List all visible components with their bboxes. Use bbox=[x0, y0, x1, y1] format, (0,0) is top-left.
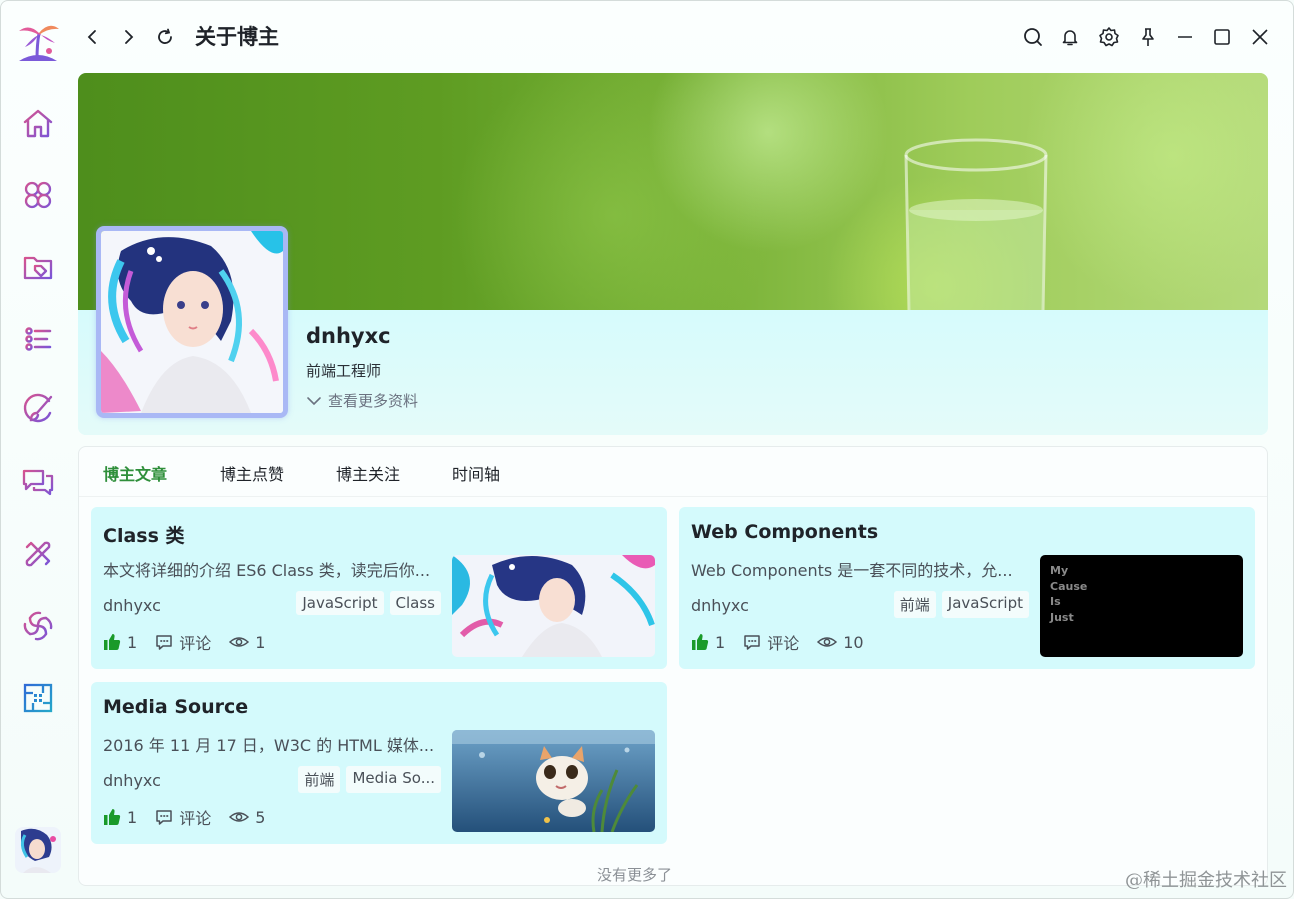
app-window: 关于博主 dnhyxc 前端工程师 查看更多资料 博主文章 博主点赞 博主关注 … bbox=[0, 0, 1294, 899]
view-count: 5 bbox=[255, 807, 266, 827]
thumbnail-text: My Cause Is Just bbox=[1050, 564, 1088, 624]
more-info-label: 查看更多资料 bbox=[328, 392, 419, 410]
forward-icon[interactable] bbox=[112, 21, 144, 53]
chevron-down-icon bbox=[307, 396, 321, 405]
more-info-link[interactable]: 查看更多资料 bbox=[306, 390, 418, 411]
article-tags: JavaScript Class bbox=[296, 591, 441, 615]
like-count: 1 bbox=[715, 632, 726, 652]
apps-icon[interactable] bbox=[19, 176, 57, 214]
article-tags: 前端 JavaScript bbox=[893, 591, 1029, 618]
article-tag[interactable]: 前端 bbox=[893, 591, 936, 618]
article-tag[interactable]: JavaScript bbox=[941, 591, 1029, 618]
comment-label: 评论 bbox=[767, 634, 800, 653]
article-title[interactable]: Web Components bbox=[691, 521, 878, 543]
like-button[interactable]: 1 bbox=[691, 633, 725, 652]
minimize-icon[interactable] bbox=[1169, 21, 1201, 53]
article-thumbnail[interactable] bbox=[452, 555, 655, 657]
brush-icon[interactable] bbox=[19, 391, 57, 429]
home-icon[interactable] bbox=[19, 105, 57, 143]
eye-icon bbox=[229, 812, 250, 822]
tag-folder-icon[interactable] bbox=[19, 248, 57, 286]
article-card[interactable]: Class 类 本文将详细的介绍 ES6 Class 类，读完后你... dnh… bbox=[91, 507, 667, 669]
app-logo[interactable] bbox=[15, 19, 61, 65]
thumbs-up-icon bbox=[104, 634, 121, 650]
article-tag[interactable]: 前端 bbox=[298, 766, 341, 793]
profile-role: 前端工程师 bbox=[306, 362, 382, 380]
tab-bar: 博主文章 博主点赞 博主关注 时间轴 bbox=[79, 447, 1267, 497]
article-stats: 1 评论 10 bbox=[691, 630, 882, 654]
view-count: 10 bbox=[843, 632, 864, 652]
thumbs-up-icon bbox=[692, 634, 709, 650]
profile-avatar[interactable] bbox=[96, 226, 288, 418]
refresh-icon[interactable] bbox=[149, 21, 181, 53]
spiral-icon[interactable] bbox=[19, 607, 57, 645]
like-count: 1 bbox=[127, 632, 138, 652]
view-stat: 5 bbox=[229, 808, 265, 827]
article-stats: 1 评论 1 bbox=[103, 630, 283, 654]
sidebar bbox=[1, 1, 75, 898]
comment-label: 评论 bbox=[179, 634, 212, 653]
content-panel: 博主文章 博主点赞 博主关注 时间轴 Class 类 本文将详细的介绍 ES6 … bbox=[78, 446, 1268, 886]
close-icon[interactable] bbox=[1244, 21, 1276, 53]
article-card[interactable]: Media Source 2016 年 11 月 17 日，W3C 的 HTML… bbox=[91, 682, 667, 844]
article-title[interactable]: Media Source bbox=[103, 696, 248, 718]
like-button[interactable]: 1 bbox=[103, 808, 137, 827]
page-title: 关于博主 bbox=[195, 25, 279, 49]
article-desc: Web Components 是一套不同的技术，允... bbox=[691, 561, 1013, 580]
article-desc: 2016 年 11 月 17 日，W3C 的 HTML 媒体... bbox=[103, 736, 435, 755]
tab-following[interactable]: 博主关注 bbox=[336, 461, 400, 485]
tab-timeline[interactable]: 时间轴 bbox=[452, 461, 500, 485]
no-more-text: 没有更多了 bbox=[597, 866, 673, 884]
like-count: 1 bbox=[127, 807, 138, 827]
thumbs-up-icon bbox=[104, 809, 121, 825]
article-tags: 前端 Media So... bbox=[298, 766, 441, 793]
eye-icon bbox=[817, 637, 838, 647]
view-stat: 1 bbox=[229, 633, 265, 652]
grid-icon[interactable] bbox=[19, 679, 57, 717]
article-tag[interactable]: JavaScript bbox=[296, 591, 384, 615]
comment-icon bbox=[156, 635, 172, 650]
comment-button[interactable]: 评论 bbox=[155, 805, 211, 829]
article-desc: 本文将详细的介绍 ES6 Class 类，读完后你... bbox=[103, 561, 431, 580]
profile-header: dnhyxc 前端工程师 查看更多资料 bbox=[78, 73, 1268, 435]
water-glass-graphic bbox=[904, 138, 1048, 310]
maximize-icon[interactable] bbox=[1206, 21, 1238, 53]
article-card[interactable]: Web Components Web Components 是一套不同的技术，允… bbox=[679, 507, 1255, 669]
comment-icon bbox=[156, 810, 172, 825]
profile-username: dnhyxc bbox=[306, 324, 391, 348]
comment-icon bbox=[744, 635, 760, 650]
view-count: 1 bbox=[255, 632, 266, 652]
article-thumbnail[interactable]: My Cause Is Just bbox=[1040, 555, 1243, 657]
back-icon[interactable] bbox=[77, 21, 109, 53]
tools-icon[interactable] bbox=[19, 535, 57, 573]
article-author[interactable]: dnhyxc bbox=[103, 771, 161, 790]
comment-button[interactable]: 评论 bbox=[155, 630, 211, 654]
user-avatar[interactable] bbox=[15, 827, 61, 873]
like-button[interactable]: 1 bbox=[103, 633, 137, 652]
pin-icon[interactable] bbox=[1132, 21, 1164, 53]
chat-icon[interactable] bbox=[19, 463, 57, 501]
article-author[interactable]: dnhyxc bbox=[691, 596, 749, 615]
view-stat: 10 bbox=[817, 632, 864, 652]
list-icon[interactable] bbox=[19, 320, 57, 358]
article-author[interactable]: dnhyxc bbox=[103, 596, 161, 615]
watermark: @稀土掘金技术社区 bbox=[1125, 870, 1287, 891]
tab-likes[interactable]: 博主点赞 bbox=[220, 461, 284, 485]
eye-icon bbox=[229, 637, 250, 647]
article-title[interactable]: Class 类 bbox=[103, 521, 185, 548]
search-icon[interactable] bbox=[1017, 21, 1049, 53]
comment-label: 评论 bbox=[179, 809, 212, 828]
bell-icon[interactable] bbox=[1054, 21, 1086, 53]
article-tag[interactable]: Class bbox=[389, 591, 441, 615]
tab-articles[interactable]: 博主文章 bbox=[103, 461, 167, 485]
gear-icon[interactable] bbox=[1093, 21, 1125, 53]
article-tag[interactable]: Media So... bbox=[346, 766, 441, 793]
article-thumbnail[interactable] bbox=[452, 730, 655, 832]
article-stats: 1 评论 5 bbox=[103, 805, 283, 829]
comment-button[interactable]: 评论 bbox=[743, 630, 799, 654]
